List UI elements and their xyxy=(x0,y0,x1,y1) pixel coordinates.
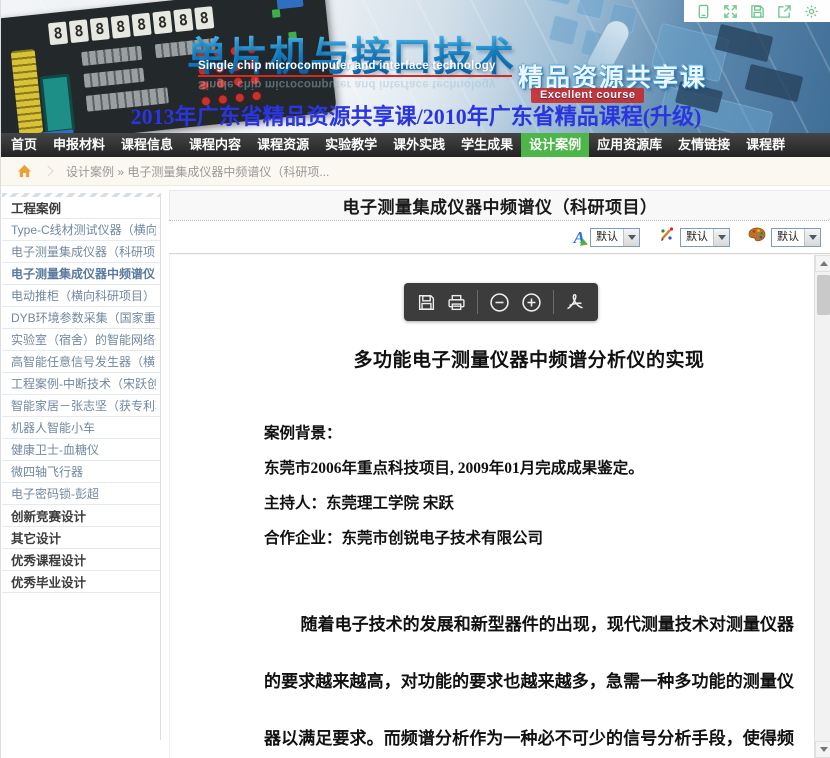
viewer-scrollbar[interactable] xyxy=(814,255,830,758)
sidebar-item[interactable]: 实验室（宿舍）的智能网络信息化 xyxy=(2,329,160,351)
document-page: 多功能电子测量仪器中频谱分析仪的实现 案例背景：东莞市2006年重点科技项目, … xyxy=(264,345,794,758)
nav-item[interactable]: 设计案例 xyxy=(521,133,589,157)
sidebar-item[interactable]: 电动推柜（横向科研项目） xyxy=(2,285,160,307)
award-line: 2013年广东省精品资源共享课/2010年广东省精品课程(升级) xyxy=(1,99,830,131)
sidebar-item[interactable]: 健康卫士-血糖仪 xyxy=(2,439,160,461)
doc-paragraph: 随着电子技术的发展和新型器件的出现，现代测量技术对测量仪器的要求越来越高，对功能… xyxy=(264,596,794,758)
doc-meta-line: 合作企业：东莞市创锐电子技术有限公司 xyxy=(264,521,794,556)
nav-item[interactable]: 友情链接 xyxy=(670,133,738,157)
article-title-bar: 电子测量集成仪器中频谱仪（科研项目） xyxy=(169,190,830,220)
chevron-down-icon xyxy=(623,229,639,246)
sidebar-item[interactable]: 优秀毕业设计 xyxy=(2,571,160,593)
adobe-pdf-icon[interactable] xyxy=(565,292,585,312)
subtitle-underline xyxy=(198,75,512,77)
pdf-toolbar-divider xyxy=(477,290,478,314)
breadcrumb-path: 设计案例 » 电子测量集成仪器中频谱仪（科研项... xyxy=(66,163,329,180)
doc-meta-line: 案例背景： xyxy=(264,416,794,451)
nav-item[interactable]: 课外实践 xyxy=(385,133,453,157)
pdf-toolbar xyxy=(404,283,598,321)
doc-meta-line: 主持人：东莞理工学院 宋跃 xyxy=(264,486,794,521)
pdf-print-button[interactable] xyxy=(447,293,466,312)
nav-item[interactable]: 首页 xyxy=(3,133,45,157)
pdf-viewer: 多功能电子测量仪器中频谱分析仪的实现 案例背景：东莞市2006年重点科技项目, … xyxy=(169,255,830,758)
scrollbar-thumb[interactable] xyxy=(817,275,830,315)
sidebar-menu: 工程案例 Type-C线材测试仪器（横向项目... 电子测量集成仪器（科研项目来… xyxy=(2,193,161,740)
site-subtitle-en: Single chip microcomputer and interface … xyxy=(198,60,496,72)
pdf-save-button[interactable] xyxy=(417,293,436,312)
font-size-icon[interactable]: A xyxy=(574,229,585,246)
nav-item[interactable]: 课程内容 xyxy=(181,133,249,157)
theme-color-icon[interactable] xyxy=(748,227,766,247)
doc-title: 多功能电子测量仪器中频谱分析仪的实现 xyxy=(264,345,794,372)
sidebar-item[interactable]: 智能家居－张志坚（获专利项目） xyxy=(2,395,160,417)
theme-color-select[interactable]: 默认 xyxy=(771,228,821,247)
main-content: 电子测量集成仪器中频谱仪（科研项目） A 默认 默认 xyxy=(169,190,830,758)
nav-item[interactable]: 课程资源 xyxy=(249,133,317,157)
sidebar-item[interactable]: 其它设计 xyxy=(2,527,160,549)
breadcrumb-chevron xyxy=(42,165,53,176)
sidebar-item[interactable]: 电子密码锁-彭超 xyxy=(2,483,160,505)
pdf-zoom-in-button[interactable] xyxy=(521,292,542,313)
font-style-icon[interactable] xyxy=(658,226,675,248)
dip-chip xyxy=(81,46,142,66)
nav-item[interactable]: 申报材料 xyxy=(45,133,113,157)
sidebar-item[interactable]: DYB环境参数采集（国家重大科研... xyxy=(2,307,160,329)
sidebar-item[interactable]: 高智能任意信号发生器（横向科... xyxy=(2,351,160,373)
save-icon[interactable] xyxy=(744,0,771,22)
dip-chip xyxy=(83,68,144,88)
page-root: 88 88 88 88 单片机与接口技术 Single chip mi xyxy=(0,0,830,758)
sidebar-item[interactable]: 电子测量集成仪器（科研项目来） xyxy=(2,241,160,263)
sidebar-item[interactable]: 优秀课程设计 xyxy=(2,549,160,571)
share-icon[interactable] xyxy=(771,0,798,22)
mobile-icon[interactable] xyxy=(690,0,717,22)
chevron-down-icon xyxy=(804,229,820,246)
doc-meta: 案例背景：东莞市2006年重点科技项目, 2009年01月完成成果鉴定。主持人：… xyxy=(264,416,794,556)
page-title: 电子测量集成仪器中频谱仪（科研项目） xyxy=(343,193,658,218)
chevron-down-icon xyxy=(713,229,729,246)
format-toolbar: A 默认 默认 默认 xyxy=(169,221,830,253)
sidebar-item[interactable]: 电子测量集成仪器中频谱仪（科... xyxy=(2,263,160,285)
sidebar-item[interactable]: 机器人智能小车 xyxy=(2,417,160,439)
font-style-select[interactable]: 默认 xyxy=(680,228,730,247)
nav-item[interactable]: 学生成果 xyxy=(453,133,521,157)
main-nav: 首页申报材料课程信息课程内容课程资源实验教学课外实践学生成果设计案例应用资源库友… xyxy=(1,133,830,157)
scroll-down-button[interactable] xyxy=(815,741,830,758)
nav-item[interactable]: 课程信息 xyxy=(113,133,181,157)
breadcrumb: 设计案例 » 电子测量集成仪器中频谱仪（科研项... xyxy=(1,157,830,186)
site-title: 单片机与接口技术 xyxy=(187,24,515,82)
site-banner: 88 88 88 88 单片机与接口技术 Single chip mi xyxy=(1,0,830,133)
sidebar-item[interactable]: 创新竞赛设计 xyxy=(2,505,160,527)
blue-component xyxy=(276,0,304,9)
window-controls xyxy=(684,0,830,22)
font-size-select[interactable]: 默认 xyxy=(590,228,640,247)
nav-item[interactable]: 实验教学 xyxy=(317,133,385,157)
nav-item[interactable]: 应用资源库 xyxy=(589,133,670,157)
fullscreen-icon[interactable] xyxy=(717,0,744,22)
sidebar-item[interactable]: 工程案例-中断技术（宋跃创新项... xyxy=(2,373,160,395)
led xyxy=(272,9,281,18)
nav-item[interactable]: 课程群 xyxy=(738,133,793,157)
doc-meta-line: 东莞市2006年重点科技项目, 2009年01月完成成果鉴定。 xyxy=(264,451,794,486)
sidebar-item[interactable]: 工程案例 xyxy=(2,197,160,219)
sidebar-item[interactable]: Type-C线材测试仪器（横向项目... xyxy=(2,219,160,241)
sidebar-item[interactable]: 微四轴飞行器 xyxy=(2,461,160,483)
home-icon[interactable] xyxy=(17,164,32,178)
pdf-toolbar-divider xyxy=(553,290,554,314)
pdf-zoom-out-button[interactable] xyxy=(489,292,510,313)
settings-icon[interactable] xyxy=(798,0,825,22)
subtitle-reflection: Single chip microcomputer and interface … xyxy=(198,78,496,90)
scroll-up-button[interactable] xyxy=(815,255,830,272)
toolbar-separator xyxy=(169,253,830,254)
